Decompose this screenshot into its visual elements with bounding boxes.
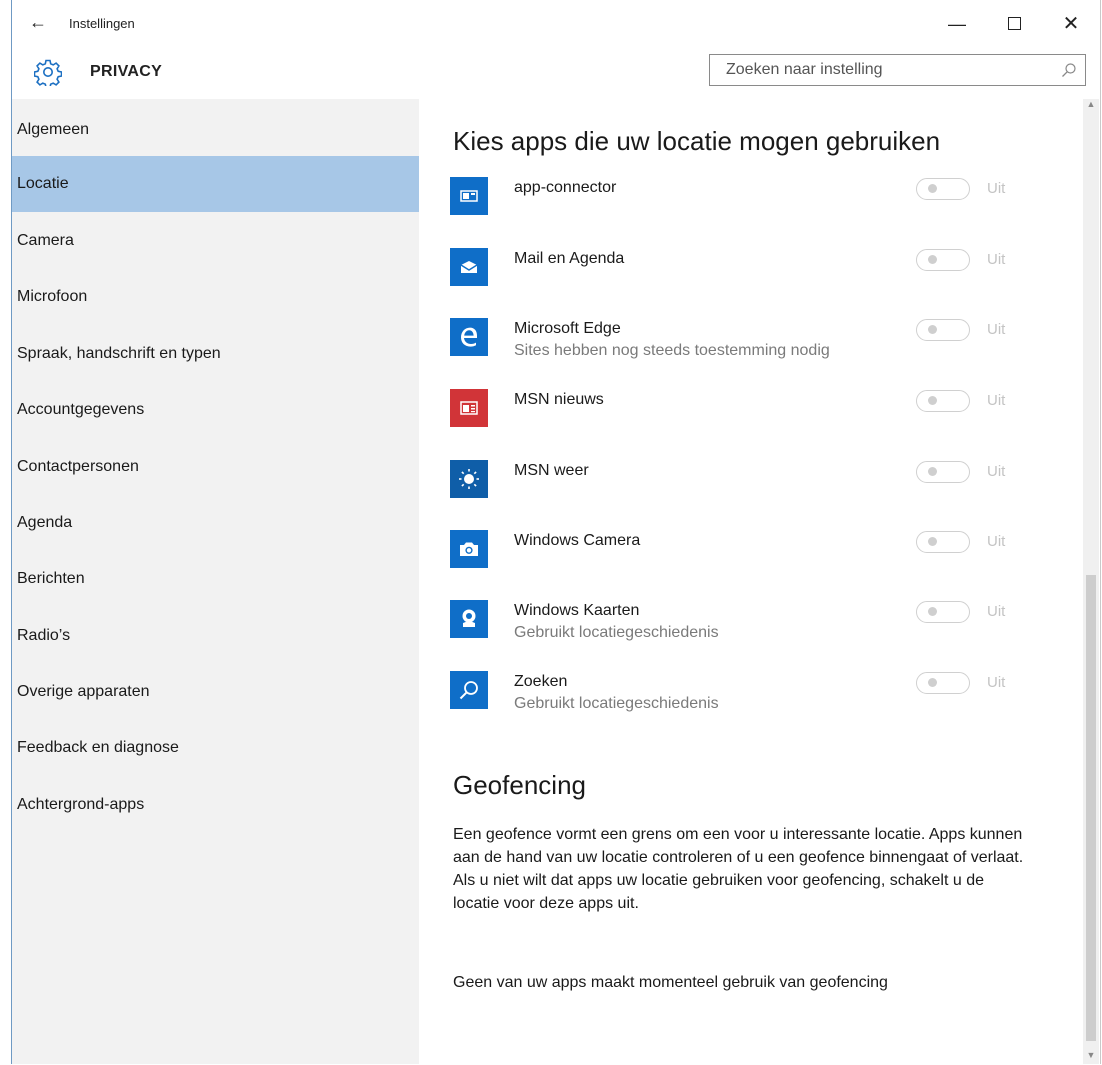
location-toggle[interactable]: [916, 601, 970, 623]
sidebar-item-spraak[interactable]: Spraak, handschrift en typen: [12, 326, 419, 382]
location-toggle[interactable]: [916, 178, 970, 200]
scroll-up-icon[interactable]: ▲: [1083, 99, 1099, 113]
location-toggle[interactable]: [916, 672, 970, 694]
scrollbar-thumb[interactable]: [1086, 575, 1096, 1041]
app-row-windows-camera: Windows Camera Uit: [450, 530, 1070, 590]
search-input[interactable]: [710, 55, 1056, 85]
location-toggle[interactable]: [916, 461, 970, 483]
app-name: Microsoft Edge: [514, 320, 621, 337]
toggle-state-label: Uit: [987, 533, 1006, 550]
gear-icon: [34, 59, 62, 86]
app-row-app-connector: app-connector Uit: [450, 177, 1070, 237]
sidebar-item-radios[interactable]: Radio’s: [12, 608, 419, 664]
toggle-state-label: Uit: [987, 603, 1006, 620]
sidebar: Algemeen Locatie Camera Microfoon Spraak…: [12, 99, 419, 1064]
sidebar-item-achtergrond-apps[interactable]: Achtergrond-apps: [12, 777, 419, 833]
mail-icon: [450, 248, 488, 286]
page-header: PRIVACY: [12, 46, 1100, 99]
sidebar-item-camera[interactable]: Camera: [12, 213, 419, 269]
geofencing-description: Een geofence vormt een grens om een voor…: [453, 826, 1024, 912]
maximize-button[interactable]: [991, 10, 1037, 38]
close-icon: ✕: [1062, 13, 1080, 35]
app-name: Windows Camera: [514, 532, 641, 549]
sidebar-item-microfoon[interactable]: Microfoon: [12, 269, 419, 325]
geofencing-heading: Geofencing: [453, 770, 586, 800]
app-name: MSN weer: [514, 462, 589, 479]
back-button[interactable]: ←: [26, 10, 50, 34]
location-toggle[interactable]: [916, 319, 970, 341]
app-connector-icon: [450, 177, 488, 215]
sidebar-item-overige-apparaten[interactable]: Overige apparaten: [12, 664, 419, 720]
app-name: Windows Kaarten: [514, 602, 640, 619]
location-toggle[interactable]: [916, 249, 970, 271]
search-app-icon: [450, 671, 488, 709]
sidebar-item-algemeen[interactable]: Algemeen: [12, 102, 419, 158]
arrow-left-icon: ←: [29, 12, 47, 32]
location-toggle[interactable]: [916, 390, 970, 412]
search-box[interactable]: [709, 54, 1086, 86]
sidebar-item-berichten[interactable]: Berichten: [12, 551, 419, 607]
app-row-zoeken: Zoeken Gebruikt locatiegeschiedenis Uit: [450, 671, 1070, 731]
toggle-state-label: Uit: [987, 463, 1006, 480]
close-button[interactable]: ✕: [1048, 10, 1094, 38]
edge-icon: [450, 318, 488, 356]
toggle-state-label: Uit: [987, 180, 1006, 197]
app-row-msn-nieuws: MSN nieuws Uit: [450, 389, 1070, 449]
sidebar-item-agenda[interactable]: Agenda: [12, 495, 419, 551]
camera-icon: [450, 530, 488, 568]
title-bar: ← Instellingen — ✕: [12, 0, 1100, 46]
scroll-down-icon[interactable]: ▼: [1083, 1050, 1099, 1064]
minimize-button[interactable]: —: [934, 10, 980, 38]
maximize-icon: [1007, 17, 1021, 31]
page-title: PRIVACY: [90, 63, 163, 80]
app-name: Zoeken: [514, 673, 568, 690]
app-row-windows-kaarten: Windows Kaarten Gebruikt locatiegeschied…: [450, 600, 1070, 660]
toggle-state-label: Uit: [987, 251, 1006, 268]
app-description: Gebruikt locatiegeschiedenis: [514, 624, 719, 641]
toggle-state-label: Uit: [987, 321, 1006, 338]
minimize-icon: —: [948, 14, 966, 34]
sidebar-item-locatie[interactable]: Locatie: [12, 156, 419, 212]
main-content: Kies apps die uw locatie mogen gebruiken…: [419, 99, 1085, 1064]
app-description: Gebruikt locatiegeschiedenis: [514, 695, 719, 712]
app-row-msn-weer: MSN weer Uit: [450, 460, 1070, 520]
maps-icon: [450, 600, 488, 638]
app-row-mail-agenda: Mail en Agenda Uit: [450, 248, 1070, 308]
news-icon: [450, 389, 488, 427]
sidebar-item-feedback[interactable]: Feedback en diagnose: [12, 720, 419, 776]
sidebar-item-accountgegevens[interactable]: Accountgegevens: [12, 382, 419, 438]
app-name: MSN nieuws: [514, 391, 604, 408]
sidebar-item-contactpersonen[interactable]: Contactpersonen: [12, 439, 419, 495]
location-toggle[interactable]: [916, 531, 970, 553]
toggle-state-label: Uit: [987, 392, 1006, 409]
app-name: Mail en Agenda: [514, 250, 625, 267]
app-description: Sites hebben nog steeds toestemming nodi…: [514, 342, 830, 359]
app-row-microsoft-edge: Microsoft Edge Sites hebben nog steeds t…: [450, 318, 1070, 378]
geofencing-status: Geen van uw apps maakt momenteel gebruik…: [453, 974, 888, 991]
section-heading: Kies apps die uw locatie mogen gebruiken: [453, 126, 941, 156]
search-icon[interactable]: [1061, 62, 1077, 78]
settings-window: ← Instellingen — ✕ PRIVACY Zoeken naar i…: [11, 0, 1101, 1064]
weather-sun-icon: [450, 460, 488, 498]
window-title: Instellingen: [69, 16, 135, 31]
app-name: app-connector: [514, 179, 617, 196]
vertical-scrollbar[interactable]: ▲ ▼: [1083, 99, 1099, 1064]
toggle-state-label: Uit: [987, 674, 1006, 691]
